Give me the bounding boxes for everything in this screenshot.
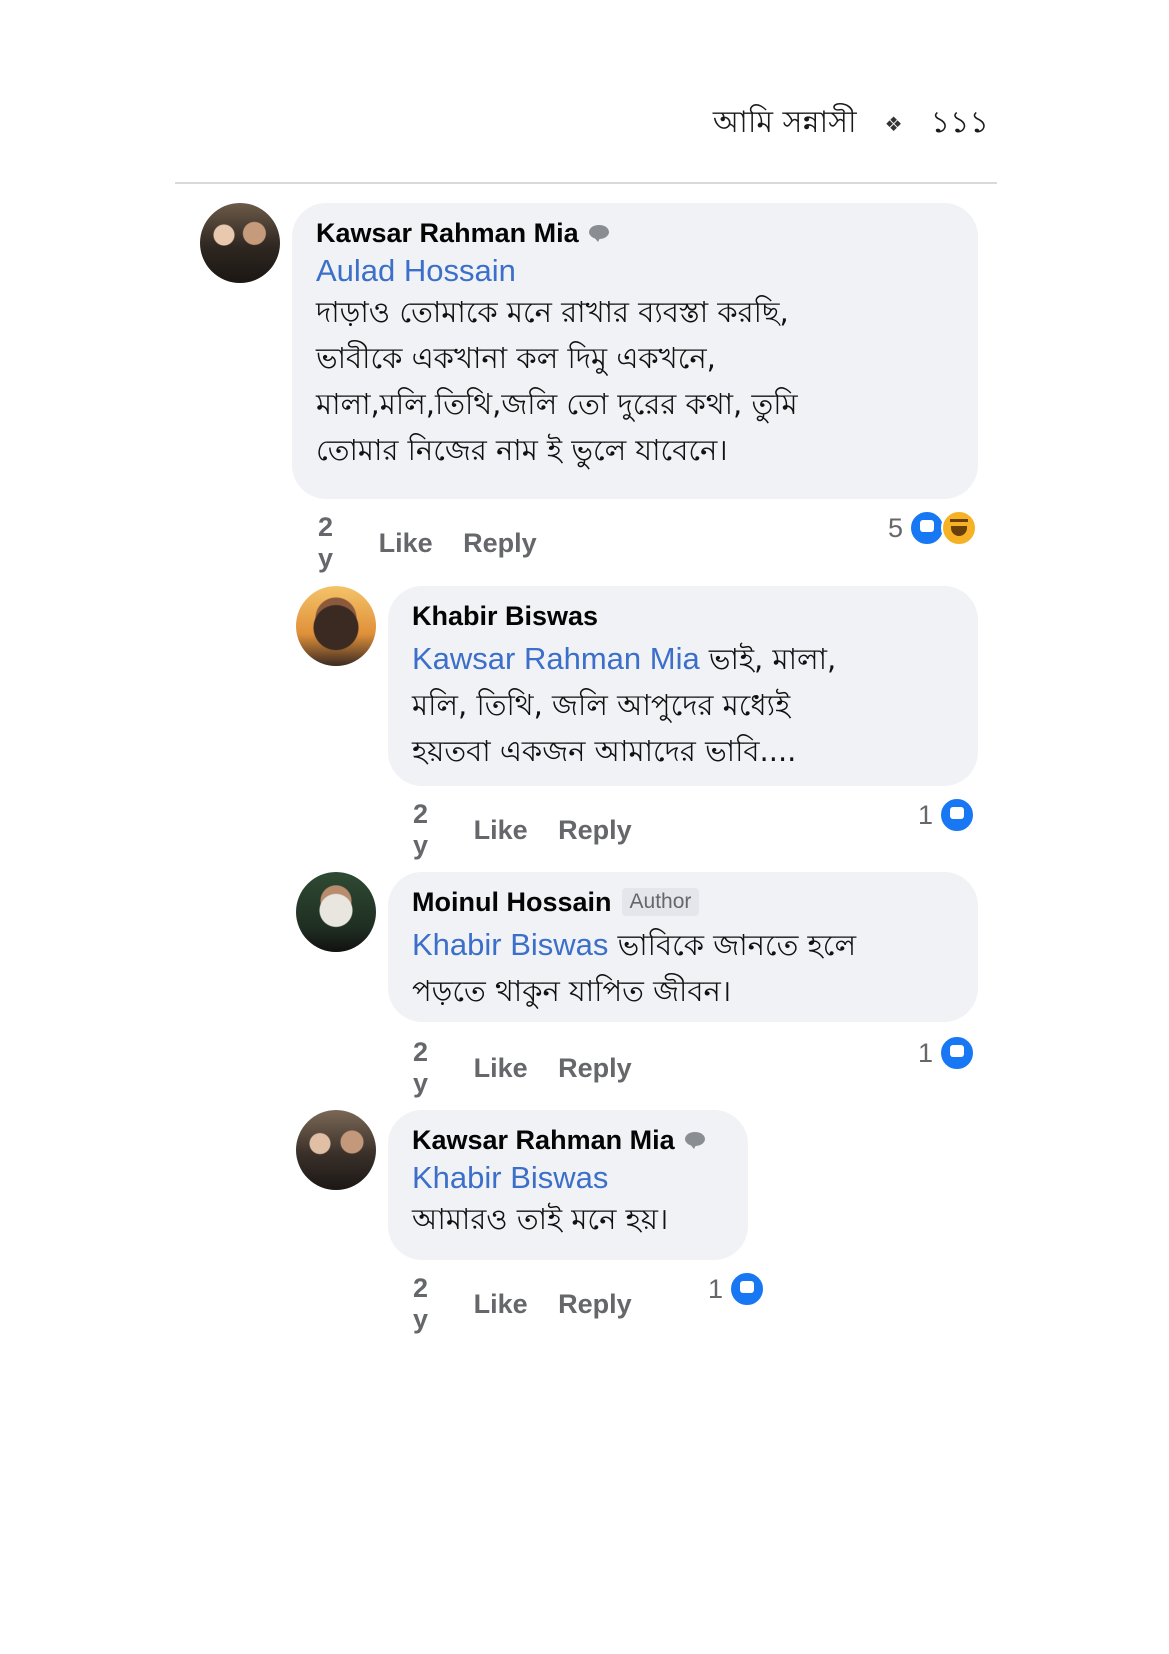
reaction-count: 1 bbox=[918, 1037, 934, 1068]
comment-line: ভাই, মালা, bbox=[699, 642, 837, 676]
comment-actions: 2 y Like Reply bbox=[318, 512, 537, 574]
page-header-title: আমি সন্নাসী bbox=[712, 105, 857, 140]
like-reaction-icon bbox=[909, 510, 946, 546]
comment-time[interactable]: 2 y bbox=[413, 1037, 443, 1099]
comment-line: মালা,মলি,তিথি,জলি তো দুরের কথা, তুমি bbox=[316, 387, 798, 421]
avatar[interactable] bbox=[296, 872, 376, 952]
reply-button[interactable]: Reply bbox=[463, 528, 537, 559]
reaction-count: 1 bbox=[918, 799, 934, 830]
mention-link[interactable]: Khabir Biswas bbox=[412, 1160, 724, 1196]
comment-text: Kawsar Rahman Mia ভাই, মালা, মলি, তিথি, … bbox=[412, 636, 954, 774]
comment-line: ভাবিকে জানতে হলে bbox=[608, 928, 857, 962]
comment-time[interactable]: 2 y bbox=[413, 1273, 443, 1335]
reply-button[interactable]: Reply bbox=[558, 1053, 632, 1084]
comment-author[interactable]: Khabir Biswas bbox=[412, 601, 598, 632]
comment-actions: 2 y Like Reply bbox=[413, 1037, 632, 1099]
header-ornament: ❖ bbox=[884, 111, 903, 136]
header-divider bbox=[175, 182, 997, 184]
comment-line: তোমার নিজের নাম ই ভুলে যাবেনে। bbox=[316, 433, 728, 467]
mention-link[interactable]: Khabir Biswas bbox=[412, 927, 608, 962]
haha-reaction-icon bbox=[941, 510, 978, 546]
mention-link[interactable]: Kawsar Rahman Mia bbox=[412, 641, 700, 676]
like-reaction-icon bbox=[729, 1271, 766, 1307]
reaction-summary[interactable]: 5 bbox=[888, 510, 978, 546]
comment-bubble: Moinul Hossain Author Khabir Biswas ভাবি… bbox=[388, 872, 978, 1022]
reaction-count: 5 bbox=[888, 512, 904, 543]
comment-line: মলি, তিথি, জলি আপুদের মধ্যেই bbox=[412, 688, 791, 722]
comment-line: আমারও তাই মনে হয়। bbox=[412, 1202, 669, 1236]
comment-line: দাড়াও তোমাকে মনে রাখার ব্যবস্তা করছি, bbox=[316, 295, 789, 329]
like-button[interactable]: Like bbox=[474, 815, 528, 846]
mention-link[interactable]: Aulad Hossain bbox=[316, 253, 954, 289]
comment-bubble: Khabir Biswas Kawsar Rahman Mia ভাই, মাল… bbox=[388, 586, 978, 786]
reaction-summary[interactable]: 1 bbox=[918, 797, 976, 833]
like-button[interactable]: Like bbox=[474, 1053, 528, 1084]
comment-text: আমারও তাই মনে হয়। bbox=[412, 1196, 724, 1242]
comment-bubble: Kawsar Rahman Mia Aulad Hossain দাড়াও ত… bbox=[292, 203, 978, 499]
reaction-count: 1 bbox=[708, 1273, 724, 1304]
like-reaction-icon bbox=[939, 797, 976, 833]
avatar[interactable] bbox=[296, 586, 376, 666]
comment-time[interactable]: 2 y bbox=[318, 512, 348, 574]
comment-author[interactable]: Kawsar Rahman Mia bbox=[316, 218, 579, 249]
comment-bubble: Kawsar Rahman Mia Khabir Biswas আমারও তা… bbox=[388, 1110, 748, 1260]
speech-bubble-icon bbox=[588, 224, 611, 242]
avatar[interactable] bbox=[296, 1110, 376, 1190]
comment-author[interactable]: Moinul Hossain bbox=[412, 887, 612, 918]
page-number: ১১১ bbox=[930, 105, 989, 140]
speech-bubble-icon bbox=[684, 1131, 707, 1149]
comment-line: ভাবীকে একখানা কল দিমু একখনে, bbox=[316, 341, 716, 375]
comment-text: দাড়াও তোমাকে মনে রাখার ব্যবস্তা করছি, ভ… bbox=[316, 289, 954, 473]
comment-line: হয়তবা একজন আমাদের ভাবি.... bbox=[412, 734, 797, 768]
comment-text: Khabir Biswas ভাবিকে জানতে হলে পড়তে থাক… bbox=[412, 922, 954, 1014]
page-header: আমি সন্নাসী ❖ ১১১ bbox=[713, 98, 989, 149]
comment-author[interactable]: Kawsar Rahman Mia bbox=[412, 1125, 675, 1156]
comment-line: পড়তে থাকুন যাপিত জীবন। bbox=[412, 974, 732, 1008]
reply-button[interactable]: Reply bbox=[558, 815, 632, 846]
avatar[interactable] bbox=[200, 203, 280, 283]
comment-time[interactable]: 2 y bbox=[413, 799, 443, 861]
like-reaction-icon bbox=[939, 1035, 976, 1071]
comment-actions: 2 y Like Reply bbox=[413, 1273, 632, 1335]
comment-actions: 2 y Like Reply bbox=[413, 799, 632, 861]
author-badge: Author bbox=[621, 888, 700, 916]
like-button[interactable]: Like bbox=[379, 528, 433, 559]
reply-button[interactable]: Reply bbox=[558, 1289, 632, 1320]
like-button[interactable]: Like bbox=[474, 1289, 528, 1320]
reaction-summary[interactable]: 1 bbox=[918, 1035, 976, 1071]
reaction-summary[interactable]: 1 bbox=[708, 1271, 766, 1307]
